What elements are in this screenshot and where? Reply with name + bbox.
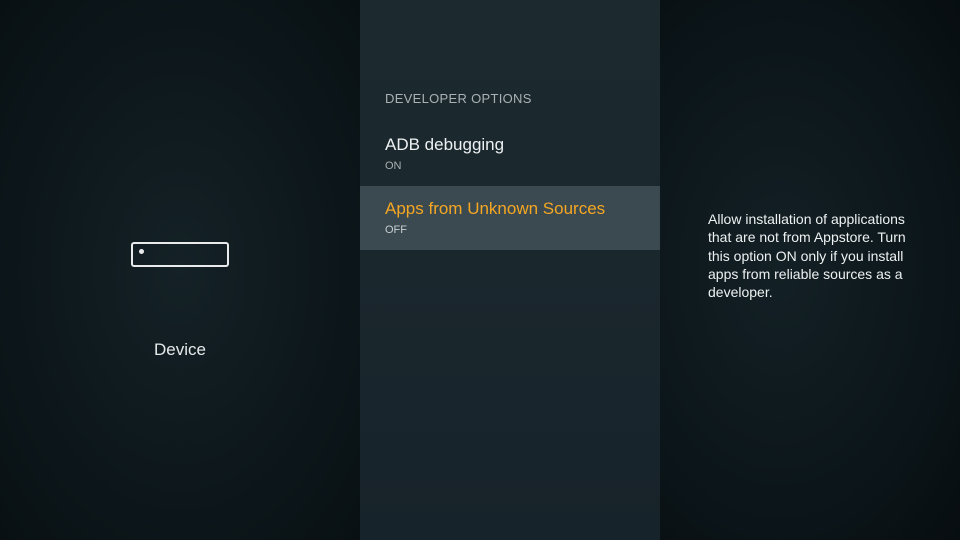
device-icon bbox=[131, 242, 229, 267]
category-label: Device bbox=[154, 340, 206, 359]
menu-item-label: Apps from Unknown Sources bbox=[385, 199, 606, 218]
device-icon-dot bbox=[139, 249, 144, 254]
settings-screen: Device DEVELOPER OPTIONS ADB debugging O… bbox=[0, 0, 960, 540]
options-panel bbox=[360, 0, 660, 540]
menu-item-adb-debugging[interactable]: ADB debugging ON bbox=[360, 122, 660, 186]
menu-item-value: OFF bbox=[385, 224, 407, 236]
menu-item-value: ON bbox=[385, 160, 402, 172]
section-title: DEVELOPER OPTIONS bbox=[385, 91, 532, 106]
option-description: Allow installation of applications that … bbox=[708, 211, 906, 301]
menu-item-unknown-sources[interactable]: Apps from Unknown Sources OFF bbox=[360, 186, 660, 250]
category-panel: Device bbox=[0, 0, 360, 540]
menu-item-label: ADB debugging bbox=[385, 135, 505, 154]
